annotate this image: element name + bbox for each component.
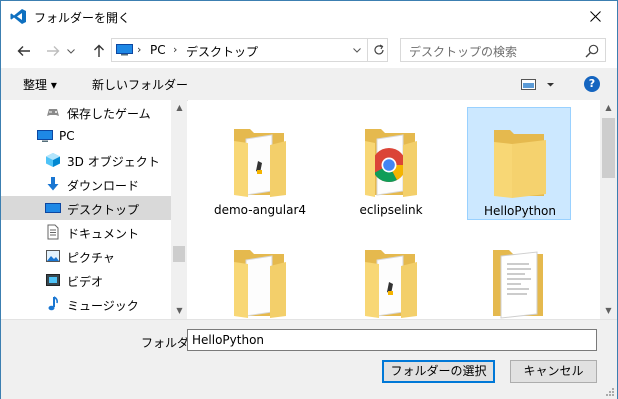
- nav-item-label: 保存したゲーム: [67, 107, 151, 121]
- folder-icon: [365, 250, 417, 318]
- refresh-icon: [373, 44, 384, 55]
- view-options-icon: [521, 79, 554, 90]
- pc-icon: [37, 130, 53, 142]
- document-icon: [493, 250, 543, 319]
- file-list-scrollbar[interactable]: ▲ ▼: [600, 100, 617, 319]
- nav-item-label: PC: [59, 129, 75, 143]
- up-arrow-icon: [94, 44, 104, 57]
- pictures-icon: [46, 250, 60, 262]
- chevron-down-icon: [67, 48, 75, 54]
- music-icon: [48, 296, 58, 311]
- address-bar[interactable]: › PC › デスクトップ: [111, 38, 388, 62]
- scrollbar-thumb[interactable]: [173, 246, 185, 262]
- scroll-up-arrow[interactable]: ▲: [171, 100, 188, 116]
- nav-item-label: ピクチャ: [67, 251, 115, 265]
- address-dropdown-button[interactable]: [348, 39, 366, 61]
- nav-item-documents[interactable]: ドキュメント: [1, 220, 171, 244]
- folder-tile-demo-angular4[interactable]: demo-angular4: [208, 107, 312, 220]
- nav-item-label: ドキュメント: [67, 227, 140, 241]
- breadcrumb-desktop[interactable]: デスクトップ: [186, 43, 258, 60]
- change-view-button[interactable]: [521, 77, 557, 93]
- window-title: フォルダーを開く: [34, 11, 131, 25]
- cancel-button[interactable]: キャンセル: [510, 360, 597, 383]
- chrome-folder-icon: [365, 129, 417, 197]
- folder-tile-hellopython[interactable]: HelloPython: [467, 107, 571, 220]
- folder-tile-eclipselink[interactable]: eclipselink: [339, 107, 443, 220]
- navigation-pane: 保存したゲーム PC 3D オブジェクト ダウンロード デスクトップ ドキュメン…: [1, 100, 187, 319]
- download-icon: [47, 177, 59, 191]
- file-name: demo-angular4: [213, 203, 307, 217]
- nav-item-downloads[interactable]: ダウンロード: [1, 172, 171, 196]
- file-tile[interactable]: [467, 228, 571, 319]
- folder-tile[interactable]: [208, 228, 312, 319]
- search-icon: [585, 44, 599, 58]
- scroll-down-arrow[interactable]: ▼: [171, 303, 188, 319]
- breadcrumb-separator: ›: [137, 43, 142, 56]
- recent-locations-button[interactable]: [65, 40, 77, 62]
- nav-item-pictures[interactable]: ピクチャ: [1, 244, 171, 268]
- forward-arrow-icon: [47, 46, 60, 56]
- nav-item-videos[interactable]: ビデオ: [1, 268, 171, 292]
- file-name: eclipselink: [359, 203, 423, 217]
- folder-icon: [494, 130, 546, 198]
- file-name: HelloPython: [483, 204, 556, 218]
- pc-icon: [116, 44, 133, 56]
- 3d-objects-icon: [46, 153, 60, 167]
- nav-item-saved-games[interactable]: 保存したゲーム: [1, 100, 171, 124]
- dialog-footer: フォルダー: フォルダーの選択 キャンセル: [1, 319, 617, 399]
- command-bar: 整理 ▾ 新しいフォルダー ?: [1, 68, 617, 101]
- desktop-icon: [45, 203, 61, 213]
- title-bar: フォルダーを開く: [1, 1, 617, 32]
- nav-item-label: ミュージック: [67, 299, 139, 313]
- scrollbar-thumb[interactable]: [602, 118, 615, 178]
- search-box[interactable]: デスクトップの検索: [400, 38, 606, 62]
- refresh-button[interactable]: [367, 39, 389, 61]
- nav-item-label: 3D オブジェクト: [67, 155, 160, 169]
- close-icon: [589, 11, 601, 22]
- search-placeholder: デスクトップの検索: [409, 45, 518, 59]
- back-button[interactable]: [13, 40, 35, 62]
- nav-item-label: デスクトップ: [67, 203, 140, 217]
- scroll-down-arrow[interactable]: ▼: [600, 303, 617, 319]
- close-button[interactable]: [573, 1, 617, 32]
- videos-icon: [46, 274, 60, 286]
- help-icon: ?: [588, 77, 596, 90]
- nav-item-desktop[interactable]: デスクトップ: [1, 196, 171, 220]
- folder-icon: [234, 250, 286, 318]
- saved-games-icon: [47, 109, 59, 116]
- documents-icon: [47, 224, 59, 240]
- nav-item-3d-objects[interactable]: 3D オブジェクト: [1, 148, 171, 172]
- nav-item-label: ダウンロード: [67, 179, 140, 193]
- organize-button[interactable]: 整理 ▾: [23, 76, 57, 93]
- new-folder-button[interactable]: 新しいフォルダー: [92, 76, 188, 93]
- help-button[interactable]: ?: [584, 76, 600, 92]
- open-folder-dialog: フォルダーを開く › PC › デスクトップ デスクトップの検索 整理 ▾ 新し…: [0, 0, 618, 399]
- back-arrow-icon: [17, 46, 30, 56]
- vscode-icon: [10, 9, 26, 24]
- nav-item-pc[interactable]: PC: [1, 124, 171, 148]
- nav-item-music[interactable]: ミュージック: [1, 292, 171, 316]
- select-folder-button[interactable]: フォルダーの選択: [382, 360, 495, 383]
- navigation-scrollbar[interactable]: ▲ ▼: [171, 100, 187, 319]
- file-list: demo-angular4 eclipselink HelloPython: [188, 100, 600, 319]
- breadcrumb-separator: ›: [173, 43, 178, 56]
- forward-button[interactable]: [42, 40, 64, 62]
- nav-item-label: ビデオ: [67, 275, 104, 289]
- breadcrumb-pc[interactable]: PC: [150, 43, 166, 57]
- resize-grip-icon[interactable]: [605, 387, 615, 397]
- folder-icon: [234, 129, 286, 197]
- chevron-down-icon: [353, 47, 361, 53]
- up-button[interactable]: [88, 40, 110, 62]
- folder-name-input[interactable]: [187, 329, 597, 351]
- scroll-up-arrow[interactable]: ▲: [600, 100, 617, 116]
- folder-tile[interactable]: [339, 228, 443, 319]
